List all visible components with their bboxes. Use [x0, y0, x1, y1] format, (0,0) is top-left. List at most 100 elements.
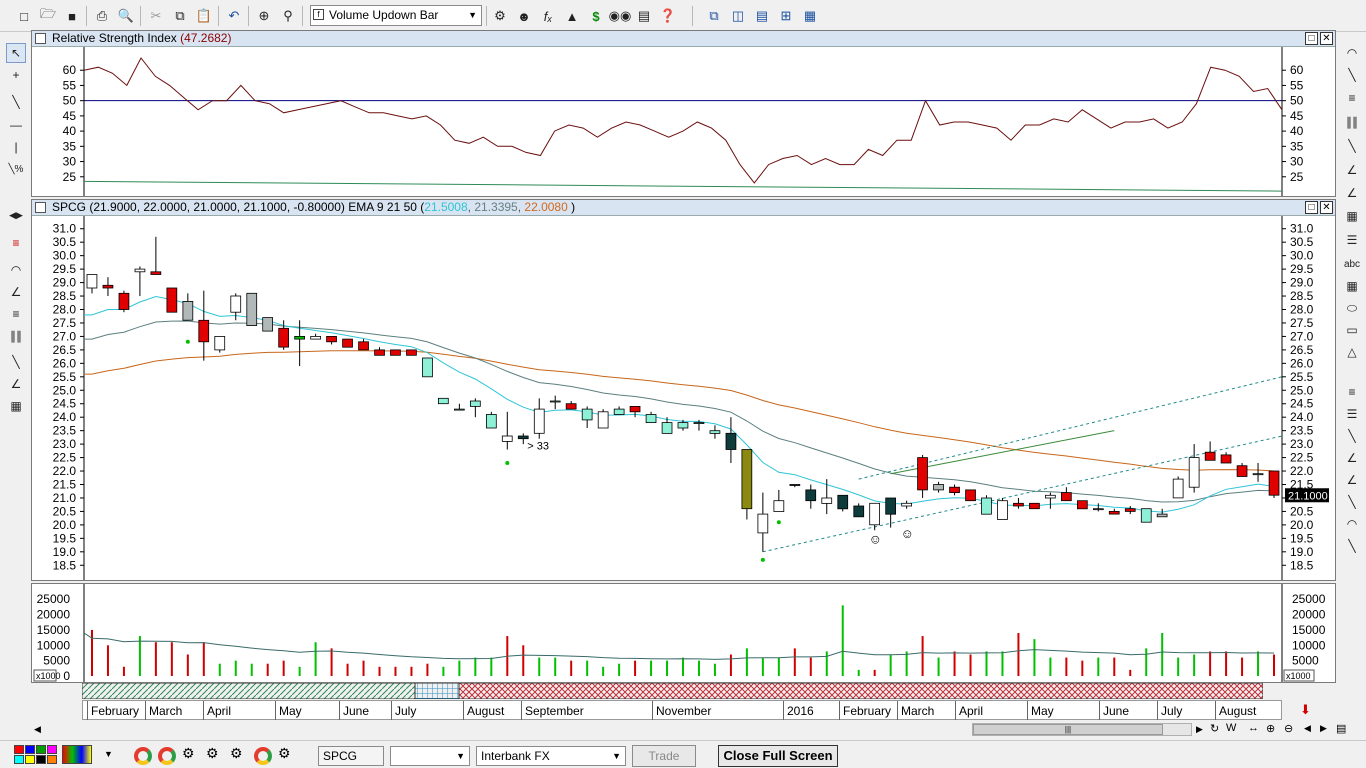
- browser-icon[interactable]: [254, 747, 272, 765]
- function-icon[interactable]: fₓ: [538, 6, 558, 26]
- volume-chart[interactable]: 25000 2500020000 2000015000 1500010000 10000…: [32, 584, 1335, 682]
- fib-lines-icon[interactable]: ╲: [1342, 492, 1362, 512]
- scrollbar-thumb[interactable]: |||: [973, 724, 1163, 735]
- andrews-icon[interactable]: ∠: [1342, 448, 1362, 468]
- palette-swatch[interactable]: [36, 745, 46, 754]
- zoom-icon[interactable]: ⚲: [278, 6, 298, 26]
- binoculars-icon[interactable]: ◉◉: [609, 6, 632, 26]
- open-icon[interactable]: 🗁: [38, 6, 58, 26]
- fib-fan-icon[interactable]: ∠: [1342, 470, 1362, 490]
- cycles-icon[interactable]: ◠: [1342, 43, 1362, 63]
- maximize-icon[interactable]: □: [1305, 32, 1318, 45]
- vertical-bars-icon[interactable]: ∥∥: [1342, 112, 1362, 132]
- palette-swatch[interactable]: [36, 755, 46, 764]
- time-axis[interactable]: February March April May June July August Septe…: [82, 700, 1282, 720]
- fibonacci-icon[interactable]: ≡: [6, 233, 26, 253]
- cut-icon[interactable]: ✂: [146, 6, 166, 26]
- price-chart[interactable]: 31.0 31.030.5 30.530.0 30.029.5 29.529.0 29.0…: [32, 216, 1335, 580]
- zoom-range-icon[interactable]: ☰: [1342, 230, 1362, 250]
- page-left-icon[interactable]: ◀: [1304, 723, 1311, 734]
- channel-tool-icon[interactable]: ≡: [1342, 88, 1362, 108]
- ellipse-icon[interactable]: ⬭: [1342, 298, 1362, 318]
- grid-tool-icon[interactable]: ▦: [6, 396, 26, 416]
- line-tool-icon[interactable]: ╲: [1342, 136, 1362, 156]
- crosshair-tool-icon[interactable]: +: [6, 65, 26, 85]
- channel-right-icon[interactable]: ≡: [1342, 382, 1362, 402]
- scroll-right-icon[interactable]: ▶: [1196, 724, 1203, 735]
- copy-icon[interactable]: ⧉: [170, 6, 190, 26]
- palette-swatch[interactable]: [25, 745, 35, 754]
- palette-swatch[interactable]: [62, 745, 92, 764]
- time-zones-icon[interactable]: ∥∥: [6, 326, 26, 346]
- channel-icon[interactable]: ≡: [6, 304, 26, 324]
- line-tool-icon[interactable]: ╲: [6, 352, 26, 372]
- palette-swatch[interactable]: [14, 745, 24, 754]
- browser-icon[interactable]: [158, 747, 176, 765]
- robot-icon[interactable]: ⚙: [206, 745, 219, 762]
- close-full-screen-button[interactable]: Close Full Screen: [718, 745, 838, 767]
- arc-icon[interactable]: ◠: [6, 260, 26, 280]
- maximize-icon[interactable]: □: [1305, 201, 1318, 214]
- properties-icon[interactable]: ▤: [634, 6, 654, 26]
- undo-icon[interactable]: ↶: [224, 6, 244, 26]
- color-palette[interactable]: [14, 745, 100, 765]
- refresh-icon[interactable]: ↻: [1210, 722, 1219, 735]
- robot-icon[interactable]: ⚙: [278, 745, 291, 762]
- indicator-icon[interactable]: ⚙: [490, 6, 510, 26]
- ratio-line-icon[interactable]: ╲%: [6, 159, 26, 179]
- window-cascade-icon[interactable]: ⧉: [704, 6, 724, 26]
- expert-icon[interactable]: ☻: [514, 6, 534, 26]
- indicator-dropdown[interactable]: f Volume Updown Bar ▼: [310, 5, 482, 26]
- tile-horizontal-icon[interactable]: ▤: [752, 6, 772, 26]
- empty-dropdown[interactable]: ▼: [390, 746, 470, 766]
- crosshair-icon[interactable]: ⊕: [254, 6, 274, 26]
- new-icon[interactable]: □: [14, 6, 34, 26]
- fan-icon[interactable]: ∠: [6, 282, 26, 302]
- text-tool-icon[interactable]: abc: [1342, 254, 1362, 274]
- layout-icon[interactable]: ▤: [1336, 722, 1346, 735]
- tile-vertical-icon[interactable]: ◫: [728, 6, 748, 26]
- palette-swatch[interactable]: [47, 745, 57, 754]
- dollar-icon[interactable]: $: [586, 6, 606, 26]
- rsi-chart[interactable]: 60 6055 5550 5045 4540 4035 3530 3025 25: [32, 47, 1335, 196]
- palette-chevron-icon[interactable]: ▼: [104, 749, 113, 759]
- robot-icon[interactable]: ⚙: [182, 745, 195, 762]
- fib-arc-icon[interactable]: ◠: [1342, 514, 1362, 534]
- symbol-field[interactable]: SPCG: [318, 746, 384, 766]
- chart-icon[interactable]: ▲: [562, 6, 582, 26]
- fan-tool-icon[interactable]: ∠: [1342, 160, 1362, 180]
- week-button[interactable]: W: [1226, 722, 1236, 734]
- scroll-end-arrow-icon[interactable]: ⬇: [1300, 702, 1311, 718]
- close-icon[interactable]: ✕: [1320, 32, 1333, 45]
- scroll-left-icon[interactable]: ◀: [34, 724, 41, 735]
- regression-icon[interactable]: ╲: [1342, 536, 1362, 556]
- rectangle-icon[interactable]: ▭: [1342, 320, 1362, 340]
- help-icon[interactable]: ❓: [658, 6, 678, 26]
- trade-button[interactable]: Trade: [632, 745, 696, 767]
- triangle-icon[interactable]: △: [1342, 342, 1362, 362]
- print-icon[interactable]: ⎙: [92, 6, 112, 26]
- palette-swatch[interactable]: [14, 755, 24, 764]
- close-icon[interactable]: ✕: [1320, 201, 1333, 214]
- arrange-icon[interactable]: ▦: [800, 6, 820, 26]
- print-preview-icon[interactable]: 🔍: [116, 6, 136, 26]
- palette-swatch[interactable]: [25, 755, 35, 764]
- feed-dropdown[interactable]: Interbank FX ▼: [476, 746, 626, 766]
- horizontal-line-icon[interactable]: —: [6, 115, 26, 135]
- robot-icon[interactable]: ⚙: [230, 745, 243, 762]
- fan-tool-2-icon[interactable]: ∠: [1342, 183, 1362, 203]
- tile-grid-icon[interactable]: ⊞: [776, 6, 796, 26]
- zoom-out-icon[interactable]: ⊖: [1284, 722, 1293, 735]
- trend-arrow-icon[interactable]: ╲: [1342, 65, 1362, 85]
- collapse-arrows-icon[interactable]: ◀▶: [6, 205, 26, 225]
- page-right-icon[interactable]: ▶: [1320, 723, 1327, 734]
- horizontal-scrollbar[interactable]: |||: [972, 723, 1192, 736]
- gann-fan-icon[interactable]: ∠: [6, 374, 26, 394]
- table-icon[interactable]: ▦: [1342, 276, 1362, 296]
- fit-icon[interactable]: ↔: [1248, 722, 1259, 734]
- palette-swatch[interactable]: [47, 755, 57, 764]
- pointer-icon[interactable]: ↖: [6, 43, 26, 63]
- speed-lines-icon[interactable]: ╲: [1342, 426, 1362, 446]
- browser-icon[interactable]: [134, 747, 152, 765]
- list-icon[interactable]: ☰: [1342, 404, 1362, 424]
